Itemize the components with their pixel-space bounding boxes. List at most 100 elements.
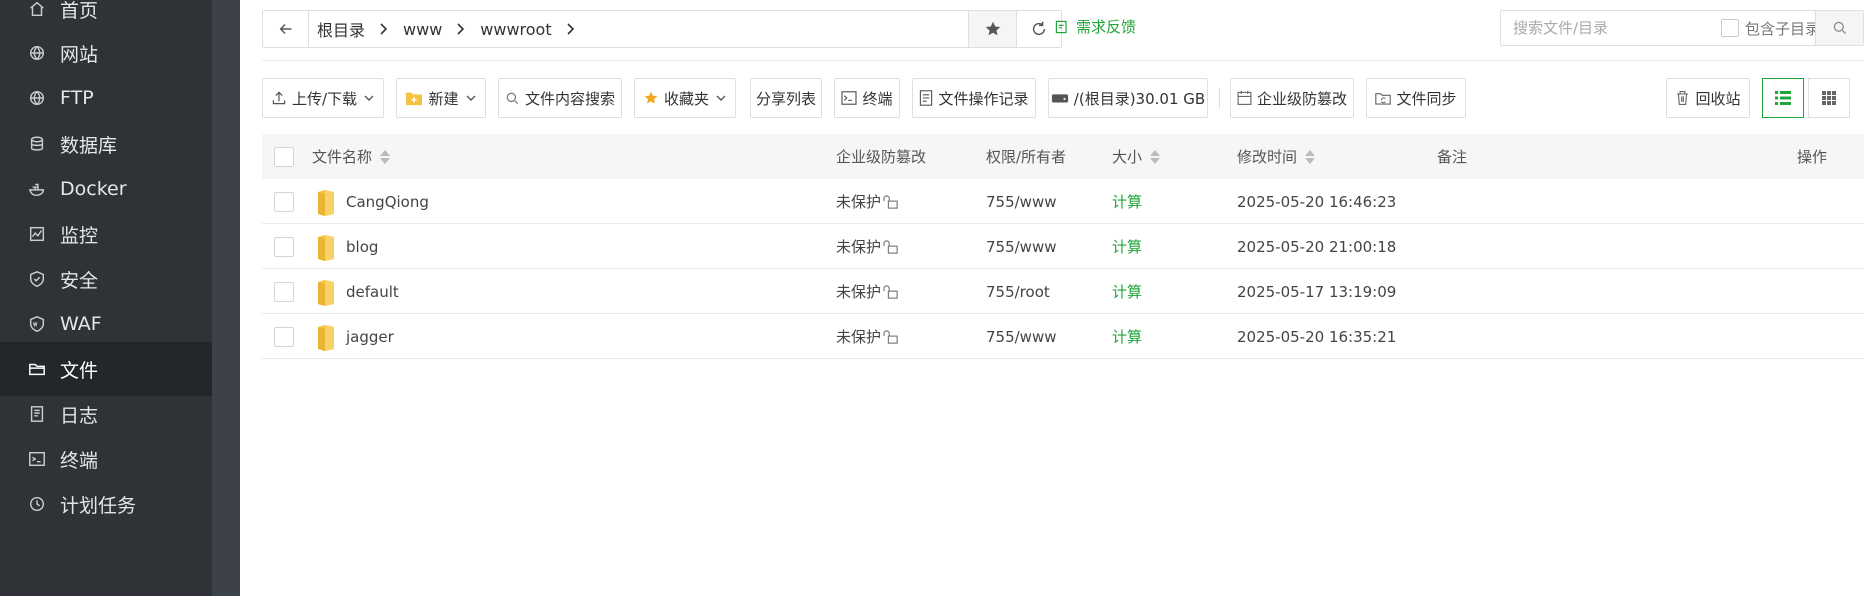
calculate-size-link[interactable]: 计算 (1112, 281, 1142, 302)
trash-icon (1677, 91, 1689, 105)
file-name[interactable]: jagger (346, 328, 394, 346)
perm-cell[interactable]: 755/root (986, 269, 1050, 314)
calculate-size-link[interactable]: 计算 (1112, 236, 1142, 257)
chevron-down-icon (364, 95, 374, 101)
search-icon (1833, 21, 1846, 35)
file-ops-log-button[interactable]: 文件操作记录 (912, 78, 1036, 118)
main-panel: 根目录 www wwwroot 需求反馈 包含子目录 上传/下载 (240, 0, 1870, 596)
star-icon (644, 91, 658, 104)
folder-icon (318, 279, 334, 306)
recycle-bin-button[interactable]: 回收站 (1666, 78, 1750, 118)
folder-sync-icon (1375, 92, 1392, 105)
table-row[interactable]: default 未保护 755/root 计算 2025-05-17 13:19… (262, 269, 1864, 314)
sidebar-item-cron[interactable]: 计划任务 (0, 477, 212, 531)
tamper-cell[interactable]: 未保护 (836, 179, 899, 224)
grid-view-button[interactable] (1808, 78, 1850, 118)
sidebar-item-label: 终端 (60, 449, 99, 472)
favorite-button[interactable] (968, 11, 1016, 47)
sidebar-item-label: FTP (60, 87, 94, 109)
table-row[interactable]: blog 未保护 755/www 计算 2025-05-20 21:00:18 (262, 224, 1864, 269)
perm-cell[interactable]: 755/www (986, 179, 1057, 224)
permission-owner[interactable]: 755/root (986, 283, 1050, 301)
content-search-label: 文件内容搜索 (524, 89, 615, 108)
crumb-wwwroot[interactable]: wwwroot (480, 20, 551, 39)
select-all-checkbox[interactable] (274, 146, 294, 167)
crumb-www[interactable]: www (403, 20, 442, 39)
permission-owner[interactable]: 755/www (986, 328, 1057, 346)
grid-view-icon (1822, 91, 1836, 105)
list-view-button[interactable] (1762, 78, 1804, 118)
table-row[interactable]: jagger 未保护 755/www 计算 2025-05-20 16:35:2… (262, 314, 1864, 359)
header-tamper: 企业级防篡改 (836, 134, 926, 179)
arrow-left-icon (279, 23, 291, 35)
search-input[interactable] (1513, 13, 1703, 43)
modified-time: 2025-05-20 16:35:21 (1237, 327, 1397, 346)
new-button[interactable]: 新建 (396, 78, 486, 118)
mtime-cell: 2025-05-20 16:35:21 (1237, 314, 1396, 359)
share-list-button[interactable]: 分享列表 (750, 78, 822, 118)
file-sync-button[interactable]: 文件同步 (1366, 78, 1466, 118)
sidebar-item-label: Docker (60, 178, 127, 200)
crumb-root[interactable]: 根目录 (317, 17, 365, 41)
tamper-cell[interactable]: 未保护 (836, 224, 899, 269)
tamper-status: 未保护 (836, 328, 882, 346)
file-name[interactable]: blog (346, 238, 378, 256)
feedback-link[interactable]: 需求反馈 (1054, 16, 1136, 37)
include-subdir-toggle[interactable]: 包含子目录 (1721, 18, 1820, 39)
unlock-icon (883, 284, 898, 299)
refresh-icon (1032, 21, 1046, 36)
size-cell[interactable]: 计算 (1112, 179, 1142, 224)
mtime-cell: 2025-05-20 21:00:18 (1237, 224, 1396, 269)
tamper-cell[interactable]: 未保护 (836, 269, 899, 314)
search-button[interactable] (1815, 11, 1863, 45)
header-mtime[interactable]: 修改时间 (1237, 134, 1316, 179)
header-name[interactable]: 文件名称 (312, 134, 391, 179)
terminal-button[interactable]: 终端 (834, 78, 900, 118)
table-header: 文件名称 企业级防篡改 权限/所有者 大小 修改时间 备注 操作 (262, 134, 1864, 179)
file-name[interactable]: default (346, 283, 399, 301)
row-checkbox[interactable] (274, 326, 294, 347)
table-row[interactable]: CangQiong 未保护 755/www 计算 2025-05-20 16:4… (262, 179, 1864, 224)
size-cell[interactable]: 计算 (1112, 314, 1142, 359)
sort-icon (380, 149, 391, 164)
file-name-cell[interactable]: jagger (316, 314, 394, 359)
calculate-size-link[interactable]: 计算 (1112, 326, 1142, 347)
permission-owner[interactable]: 755/www (986, 193, 1057, 211)
recycle-bin-label: 回收站 (1695, 89, 1741, 108)
disk-button[interactable]: /(根目录)30.01 GB (1048, 78, 1208, 118)
size-cell[interactable]: 计算 (1112, 224, 1142, 269)
calculate-size-link[interactable]: 计算 (1112, 191, 1142, 212)
chevron-down-icon (466, 95, 475, 101)
row-checkbox[interactable] (274, 191, 294, 212)
favorites-button[interactable]: 收藏夹 (634, 78, 736, 118)
row-checkbox[interactable] (274, 281, 294, 302)
terminal-icon (26, 448, 48, 470)
row-checkbox[interactable] (274, 236, 294, 257)
path-bar: 根目录 www wwwroot (262, 10, 1062, 48)
sidebar-item-label: 安全 (60, 269, 99, 292)
tamper-protection-button[interactable]: 企业级防篡改 (1230, 78, 1354, 118)
size-cell[interactable]: 计算 (1112, 269, 1142, 314)
back-button[interactable] (263, 11, 309, 47)
content-search-button[interactable]: 文件内容搜索 (498, 78, 622, 118)
tamper-status: 未保护 (836, 193, 882, 211)
upload-icon (272, 91, 286, 105)
file-name[interactable]: CangQiong (346, 193, 429, 211)
tamper-cell[interactable]: 未保护 (836, 314, 899, 359)
file-table: 文件名称 企业级防篡改 权限/所有者 大小 修改时间 备注 操作 CangQio… (262, 134, 1864, 359)
include-subdir-checkbox[interactable] (1721, 19, 1739, 37)
header-size[interactable]: 大小 (1112, 134, 1161, 179)
hard-drive-icon (1051, 94, 1068, 103)
perm-cell[interactable]: 755/www (986, 314, 1057, 359)
perm-cell[interactable]: 755/www (986, 224, 1057, 269)
folder-icon (318, 189, 334, 216)
upload-download-button[interactable]: 上传/下载 (262, 78, 384, 118)
folder-icon (318, 324, 334, 351)
unlock-icon (883, 194, 898, 209)
file-name-cell[interactable]: CangQiong (316, 179, 429, 224)
file-name-cell[interactable]: blog (316, 224, 378, 269)
favorites-label: 收藏夹 (663, 89, 709, 108)
file-name-cell[interactable]: default (316, 269, 399, 314)
header-note: 备注 (1437, 134, 1467, 179)
permission-owner[interactable]: 755/www (986, 238, 1057, 256)
